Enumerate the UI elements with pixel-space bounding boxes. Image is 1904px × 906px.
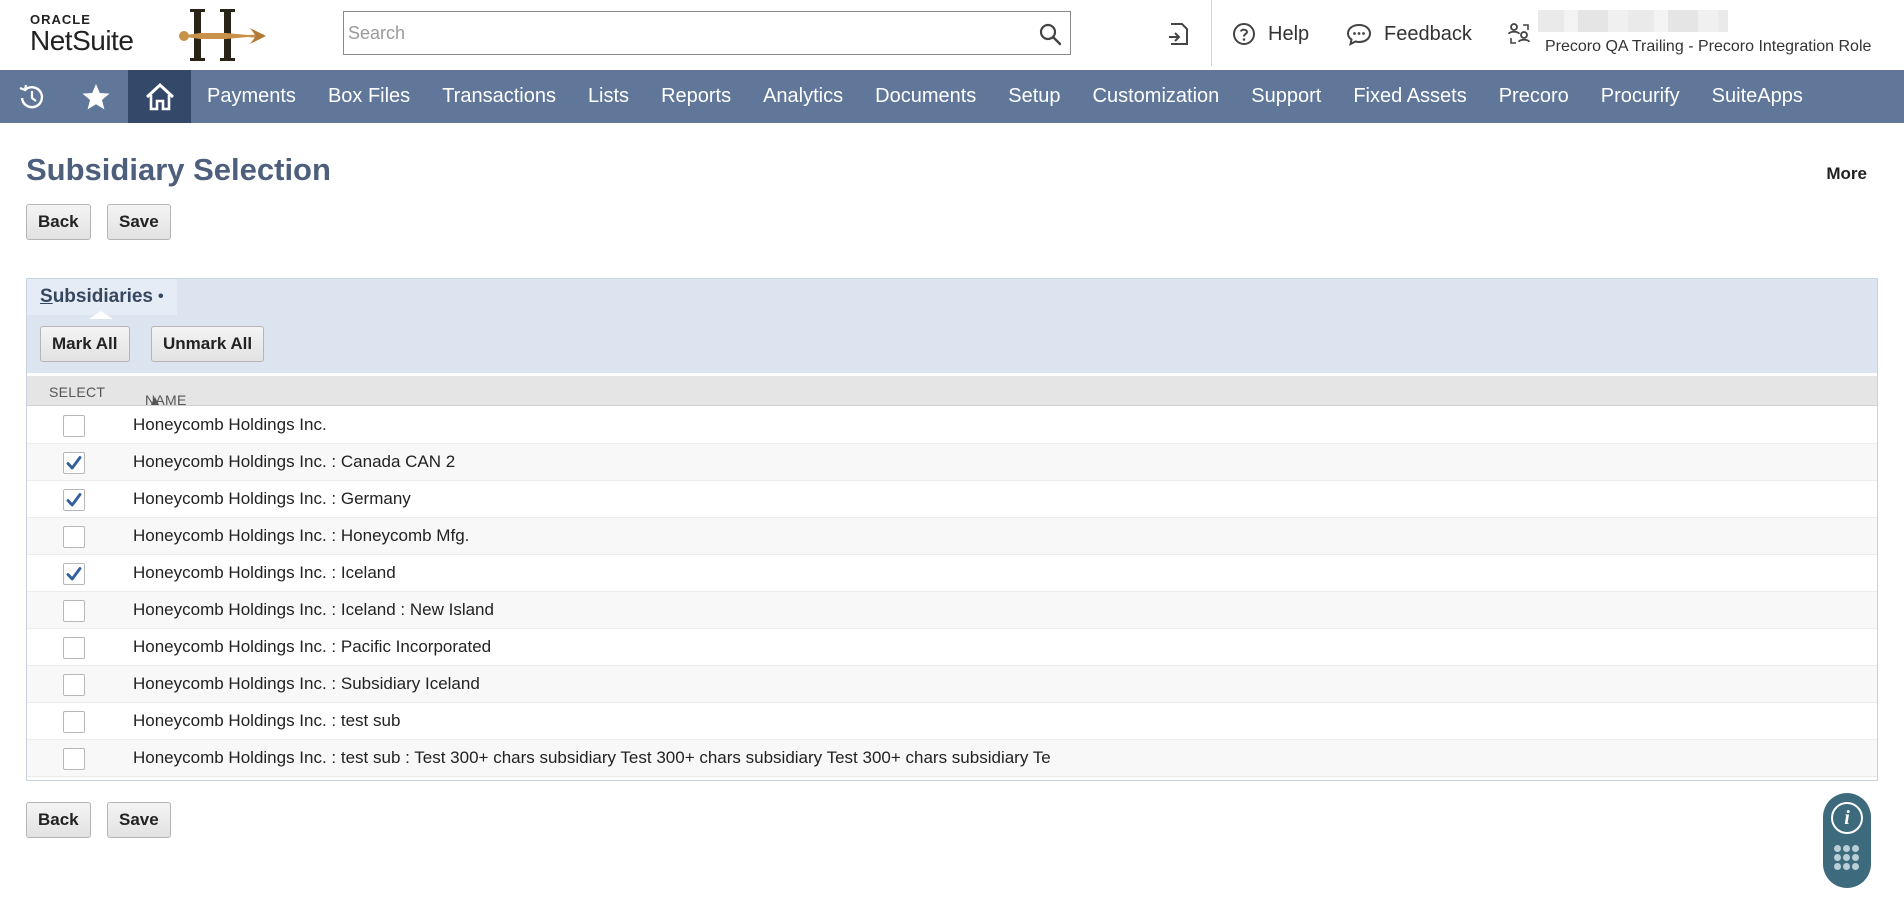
netsuite-logo[interactable]: ORACLE NetSuite [30, 13, 134, 56]
table-row[interactable]: Honeycomb Holdings Inc. : test sub : Tes… [27, 740, 1877, 777]
select-checkbox[interactable] [63, 600, 85, 622]
history-icon [19, 84, 44, 108]
subsidiary-list: Honeycomb Holdings Inc. Honeycomb Holding… [27, 407, 1877, 777]
help-icon [1233, 23, 1255, 45]
save-button-top[interactable]: Save [107, 204, 171, 240]
nav-item-procurify[interactable]: Procurify [1585, 70, 1696, 123]
subsidiary-name: Honeycomb Holdings Inc. : test sub [133, 711, 401, 730]
nav-item-suiteapps[interactable]: SuiteApps [1696, 70, 1819, 123]
info-icon: i [1831, 802, 1863, 834]
subsidiary-name: Honeycomb Holdings Inc. : Subsidiary Ice… [133, 674, 480, 693]
search-input[interactable] [348, 12, 1028, 54]
nav-item-precoro[interactable]: Precoro [1483, 70, 1585, 123]
global-search[interactable] [343, 11, 1071, 55]
tab-required-dot: • [158, 288, 164, 305]
table-row[interactable]: Honeycomb Holdings Inc. : Germany [27, 481, 1877, 518]
table-row[interactable]: Honeycomb Holdings Inc. [27, 407, 1877, 444]
select-checkbox[interactable] [63, 452, 85, 474]
nav-item-fixed-assets[interactable]: Fixed Assets [1337, 70, 1482, 123]
select-checkbox[interactable] [63, 489, 85, 511]
recent-records-button[interactable] [1167, 18, 1203, 50]
nav-item-reports[interactable]: Reports [645, 70, 747, 123]
roles-icon [1508, 23, 1530, 44]
search-icon[interactable] [1038, 22, 1062, 46]
feedback-icon [1346, 23, 1372, 46]
subsidiary-name: Honeycomb Holdings Inc. : Pacific Incorp… [133, 637, 492, 656]
select-checkbox[interactable] [63, 415, 85, 437]
select-checkbox[interactable] [63, 563, 85, 585]
checkmark-icon [66, 567, 82, 581]
recent-records-icon [1169, 23, 1188, 45]
user-name-redacted [1538, 10, 1728, 32]
select-checkbox[interactable] [63, 711, 85, 733]
sort-ascending-icon: ▲ [148, 392, 163, 408]
help-label: Help [1268, 22, 1310, 45]
nav-item-lists[interactable]: Lists [572, 70, 645, 123]
select-checkbox[interactable] [63, 526, 85, 548]
tab-pointer [89, 311, 113, 319]
app-header: ORACLE NetSuite Help [0, 0, 1904, 70]
subsidiary-name: Honeycomb Holdings Inc. : Iceland : New … [133, 600, 494, 619]
subsidiary-name: Honeycomb Holdings Inc. : Honeycomb Mfg. [133, 526, 470, 545]
select-checkbox[interactable] [63, 674, 85, 696]
table-row[interactable]: Honeycomb Holdings Inc. : Iceland : New … [27, 592, 1877, 629]
subsidiary-name: Honeycomb Holdings Inc. : test sub : Tes… [133, 748, 1051, 767]
tab-subsidiaries[interactable]: Subsidiaries • [27, 279, 177, 315]
select-checkbox[interactable] [63, 637, 85, 659]
save-button-bottom[interactable]: Save [107, 802, 171, 838]
table-row[interactable]: Honeycomb Holdings Inc. : Canada CAN 2 [27, 444, 1877, 481]
current-role[interactable]: Precoro QA Trailing - Precoro Integratio… [1545, 38, 1871, 56]
panel-toolbar [27, 279, 1877, 373]
more-link[interactable]: More [1826, 164, 1867, 184]
mark-all-button[interactable]: Mark All [40, 326, 130, 362]
unmark-all-button[interactable]: Unmark All [151, 326, 265, 362]
role-name: Precoro Integration Role [1697, 38, 1872, 55]
table-row[interactable]: Honeycomb Holdings Inc. : test sub [27, 703, 1877, 740]
header-divider [1211, 0, 1212, 66]
nav-favorites-button[interactable] [64, 70, 128, 123]
subsidiary-name: Honeycomb Holdings Inc. : Canada CAN 2 [133, 452, 456, 471]
main-navigation: Payments Box Files Transactions Lists Re… [0, 70, 1904, 123]
star-icon [82, 83, 110, 109]
nav-item-setup[interactable]: Setup [992, 70, 1076, 123]
subsidiary-name: Honeycomb Holdings Inc. : Germany [133, 489, 411, 508]
nav-item-customization[interactable]: Customization [1077, 70, 1236, 123]
page-title: Subsidiary Selection [26, 152, 331, 187]
feedback-label: Feedback [1384, 22, 1472, 45]
nav-item-payments[interactable]: Payments [191, 70, 312, 123]
nav-home-button[interactable] [128, 70, 191, 123]
nav-item-analytics[interactable]: Analytics [747, 70, 859, 123]
home-icon [145, 82, 174, 110]
company-logo-icon [179, 9, 266, 61]
logo-netsuite-text: NetSuite [30, 25, 134, 56]
column-header-select[interactable]: SELECT [49, 384, 105, 400]
subsidiary-name: Honeycomb Holdings Inc. [133, 415, 327, 434]
table-row[interactable]: Honeycomb Holdings Inc. : Honeycomb Mfg. [27, 518, 1877, 555]
subsidiaries-panel: Subsidiaries • Mark All Unmark All SELECT… [26, 278, 1878, 781]
help-widget[interactable]: i [1823, 793, 1871, 888]
table-row[interactable]: Honeycomb Holdings Inc. : Pacific Incorp… [27, 629, 1877, 666]
role-separator: - [1688, 38, 1694, 55]
help-button[interactable]: Help [1232, 18, 1309, 50]
tab-label: ubsidiaries [52, 286, 154, 307]
checkmark-icon [66, 456, 82, 470]
apps-grid-icon [1834, 845, 1860, 871]
nav-item-transactions[interactable]: Transactions [426, 70, 572, 123]
grid-header: SELECT NAME ▲ [27, 376, 1877, 408]
nav-recent-button[interactable] [0, 70, 64, 123]
back-button-top[interactable]: Back [26, 204, 91, 240]
table-row[interactable]: Honeycomb Holdings Inc. : Iceland [27, 555, 1877, 592]
table-row[interactable]: Honeycomb Holdings Inc. : Subsidiary Ice… [27, 666, 1877, 703]
back-button-bottom[interactable]: Back [26, 802, 91, 838]
nav-item-documents[interactable]: Documents [859, 70, 992, 123]
select-checkbox[interactable] [63, 748, 85, 770]
tab-access-key: S [40, 286, 53, 307]
checkmark-icon [66, 493, 82, 507]
role-account: Precoro QA Trailing [1545, 38, 1684, 55]
feedback-button[interactable]: Feedback [1346, 18, 1472, 50]
subsidiary-name: Honeycomb Holdings Inc. : Iceland [133, 563, 396, 582]
nav-item-support[interactable]: Support [1235, 70, 1337, 123]
nav-item-box-files[interactable]: Box Files [312, 70, 426, 123]
